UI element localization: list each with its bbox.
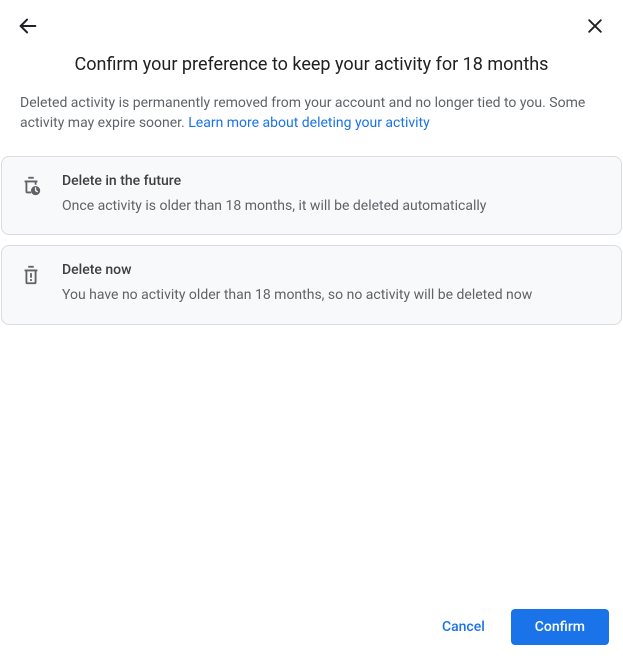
card-subtitle: Once activity is older than 18 months, i… [62,197,603,217]
description-text: Deleted activity is permanently removed … [0,93,623,156]
confirm-button[interactable]: Confirm [511,609,609,645]
card-title: Delete now [62,262,603,278]
card-delete-now: Delete now You have no activity older th… [1,245,622,325]
card-content: Delete in the future Once activity is ol… [62,173,603,217]
auto-delete-clock-icon [20,173,44,201]
card-subtitle: You have no activity older than 18 month… [62,286,603,306]
card-content: Delete now You have no activity older th… [62,262,603,306]
footer-actions: Cancel Confirm [424,609,609,645]
page-title: Confirm your preference to keep your act… [0,46,623,93]
cancel-button[interactable]: Cancel [424,610,503,644]
trash-alert-icon [20,262,44,290]
back-arrow-icon[interactable] [16,14,40,38]
card-delete-future: Delete in the future Once activity is ol… [1,156,622,236]
top-bar [0,0,623,46]
card-title: Delete in the future [62,173,603,189]
learn-more-link[interactable]: Learn more about deleting your activity [188,115,430,131]
close-icon[interactable] [583,14,607,38]
